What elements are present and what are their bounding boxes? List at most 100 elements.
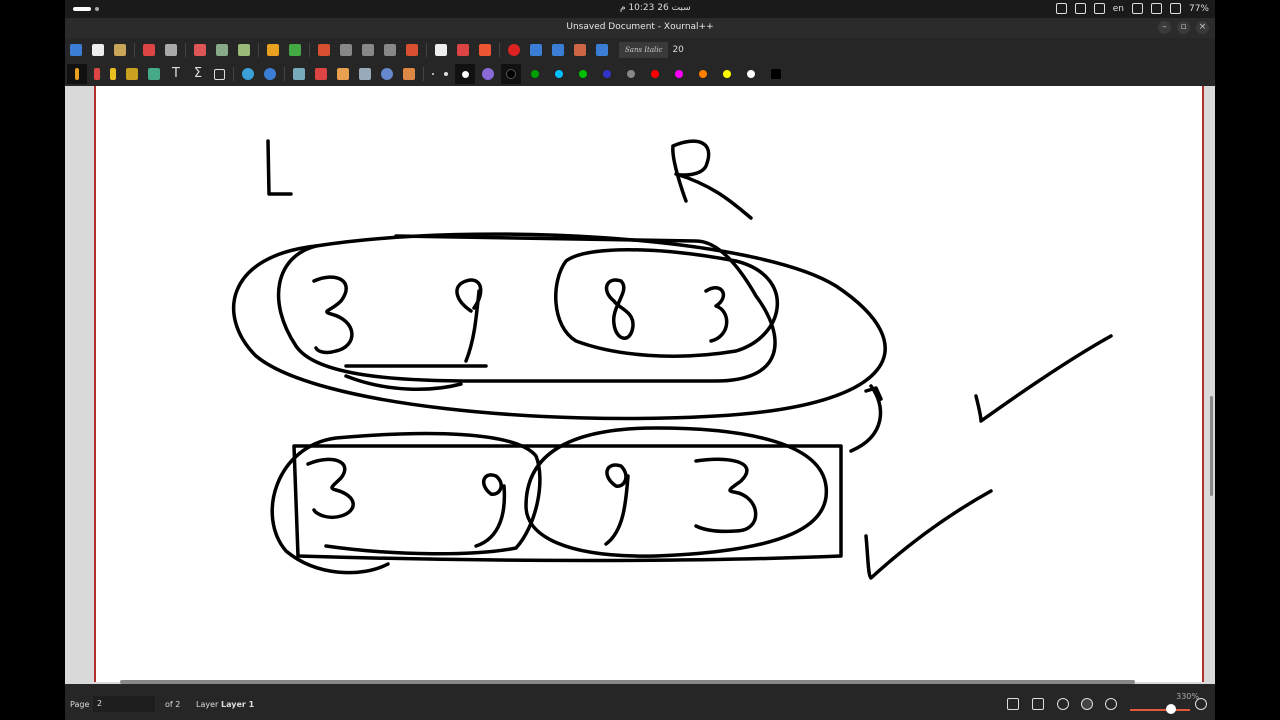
presentation-icon[interactable] — [1032, 698, 1044, 710]
vertical-scrollbar[interactable] — [1210, 396, 1213, 496]
cut-icon[interactable] — [194, 44, 206, 56]
digit-3-top-right — [704, 285, 729, 343]
stop-icon[interactable] — [574, 44, 586, 56]
color-swatch-11[interactable] — [771, 69, 781, 79]
font-selector[interactable]: Sans Italic — [619, 42, 669, 58]
volume-icon[interactable] — [1169, 3, 1181, 14]
layer-label: Layer — [196, 700, 219, 709]
compass-icon[interactable] — [381, 68, 393, 80]
clock[interactable]: سبت 26 10:23 م — [620, 3, 691, 13]
thick-stroke-button[interactable] — [455, 64, 475, 84]
thin-stroke-icon[interactable] — [432, 73, 434, 75]
next-page-icon[interactable] — [384, 44, 396, 56]
page-number-input[interactable]: 2 — [93, 696, 155, 712]
color-swatch-2[interactable] — [555, 70, 563, 78]
zoom-slider[interactable] — [1130, 709, 1190, 711]
fast-forward-icon[interactable] — [596, 44, 608, 56]
thick-stroke-icon — [461, 70, 469, 78]
previous-page-icon[interactable] — [340, 44, 352, 56]
clipboard-icon[interactable] — [1093, 3, 1105, 14]
keyboard-icon[interactable] — [1074, 3, 1086, 14]
delete-page-icon[interactable] — [457, 44, 469, 56]
color-swatch-7[interactable] — [675, 70, 683, 78]
shape-tool-icon[interactable] — [214, 68, 225, 80]
open-folder-icon[interactable] — [114, 44, 126, 56]
zoom-out-icon[interactable] — [1105, 698, 1117, 710]
color-swatch-10[interactable] — [747, 70, 755, 78]
last-page-icon[interactable] — [406, 44, 418, 56]
page-count: of 2 — [165, 700, 181, 709]
two-page-view-icon[interactable] — [1007, 698, 1019, 710]
outer-oval-stroke — [232, 232, 887, 421]
system-tray: en 77% — [1055, 3, 1209, 14]
export-pdf-icon[interactable] — [143, 44, 155, 56]
image-icon[interactable] — [148, 68, 160, 80]
math-tool-icon[interactable]: Σ — [192, 67, 204, 80]
print-icon[interactable] — [165, 44, 177, 56]
activities-button[interactable] — [73, 7, 91, 11]
zoom-slider-knob[interactable] — [1166, 704, 1176, 714]
workspace-dot — [95, 7, 99, 11]
copy-icon[interactable] — [216, 44, 228, 56]
zoom-100-icon[interactable] — [1081, 698, 1093, 710]
zoom-fit-icon[interactable] — [1057, 698, 1069, 710]
font-size[interactable]: 20 — [672, 45, 696, 55]
pen-icon — [75, 68, 79, 80]
color-swatch-6[interactable] — [651, 70, 659, 78]
color-swatch-9[interactable] — [723, 70, 731, 78]
wifi-icon[interactable] — [1150, 3, 1162, 14]
record-icon[interactable] — [508, 44, 520, 56]
page-number-value: 2 — [97, 699, 103, 708]
text-tool-icon[interactable]: T — [170, 67, 182, 80]
hand-icon[interactable] — [337, 68, 349, 80]
right-circle-stroke — [554, 248, 779, 358]
pause-icon[interactable] — [552, 44, 564, 56]
microphone-icon[interactable] — [1131, 3, 1143, 14]
arrow-stroke — [849, 384, 883, 453]
paste-icon[interactable] — [238, 44, 250, 56]
new-document-icon[interactable] — [92, 44, 104, 56]
fullscreen-icon[interactable] — [479, 44, 491, 56]
color-black-selected[interactable] — [501, 64, 521, 84]
page-label: Page — [70, 700, 90, 709]
digit-9-top — [455, 278, 483, 363]
color-swatch-8[interactable] — [699, 70, 707, 78]
first-page-icon[interactable] — [318, 44, 330, 56]
default-tool-icon[interactable] — [403, 68, 415, 80]
medium-stroke-icon[interactable] — [444, 72, 448, 76]
vertical-space-icon[interactable] — [315, 68, 327, 80]
checkmark-top — [974, 334, 1113, 423]
minimize-button[interactable]: – — [1158, 21, 1171, 34]
language-indicator[interactable]: en — [1113, 4, 1124, 14]
color-swatch-5[interactable] — [627, 70, 635, 78]
bottom-left-circle-stroke — [270, 431, 542, 575]
status-bar: Page 2 of 2 Layer Layer 1 330% — [65, 684, 1215, 720]
battery-indicator[interactable]: 77% — [1189, 4, 1209, 14]
document-page[interactable] — [94, 86, 1204, 682]
color-swatch-4[interactable] — [603, 70, 611, 78]
setsquare-icon[interactable] — [359, 68, 371, 80]
canvas-area[interactable] — [65, 86, 1215, 684]
goto-page-icon[interactable] — [362, 44, 374, 56]
rotate-snap-icon[interactable] — [242, 68, 254, 80]
color-palette — [523, 69, 789, 79]
grid-snap-icon[interactable] — [264, 68, 276, 80]
maximize-button[interactable]: ▫ — [1177, 21, 1190, 34]
highlighter-icon[interactable] — [110, 68, 116, 80]
layer-selector[interactable]: Layer 1 — [221, 700, 254, 709]
zoom-in-icon[interactable] — [1195, 698, 1207, 710]
select-rect-icon[interactable] — [293, 68, 305, 80]
eraser-icon[interactable] — [94, 68, 100, 80]
color-swatch-1[interactable] — [531, 70, 539, 78]
insert-page-icon[interactable] — [435, 44, 447, 56]
fill-icon[interactable] — [126, 68, 138, 80]
close-button[interactable]: × — [1196, 21, 1209, 34]
fill-opacity-icon[interactable] — [482, 68, 494, 80]
color-swatch-3[interactable] — [579, 70, 587, 78]
pen-tool[interactable] — [67, 64, 87, 84]
save-icon[interactable] — [70, 44, 82, 56]
rewind-icon[interactable] — [530, 44, 542, 56]
redo-icon[interactable] — [289, 44, 301, 56]
network-icon[interactable] — [1055, 3, 1067, 14]
undo-icon[interactable] — [267, 44, 279, 56]
